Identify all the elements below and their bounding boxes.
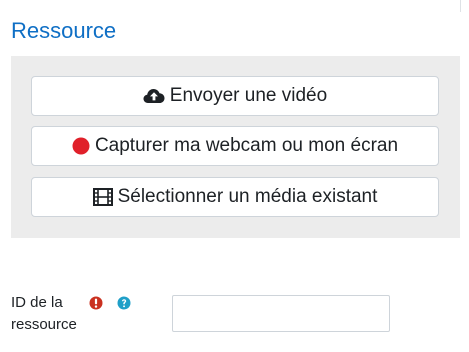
select-existing-media-label: Sélectionner un média existant xyxy=(117,186,378,207)
upload-video-button[interactable]: Envoyer une vidéo xyxy=(31,76,439,116)
exclamation-circle-icon xyxy=(89,295,103,311)
resource-id-label: ID de la ressource xyxy=(11,294,77,333)
media-actions-panel: Envoyer une vidéo Capturer ma webcam ou … xyxy=(11,56,460,238)
capture-webcam-label: Capturer ma webcam ou mon écran xyxy=(94,135,399,156)
cell-divider xyxy=(460,0,461,12)
capture-webcam-button[interactable]: Capturer ma webcam ou mon écran xyxy=(31,126,439,166)
section-title: Ressource xyxy=(11,18,117,43)
film-icon xyxy=(92,188,113,206)
resource-id-input[interactable] xyxy=(172,295,390,332)
record-dot-icon xyxy=(72,137,90,155)
top-rule xyxy=(0,0,469,12)
question-circle-icon[interactable] xyxy=(117,296,131,310)
upload-video-label: Envoyer une vidéo xyxy=(169,85,328,106)
select-existing-media-button[interactable]: Sélectionner un média existant xyxy=(31,177,439,217)
resource-form: Ressource Envoyer une vidéo Capturer ma … xyxy=(0,0,469,352)
cloud-upload-icon xyxy=(143,88,165,104)
